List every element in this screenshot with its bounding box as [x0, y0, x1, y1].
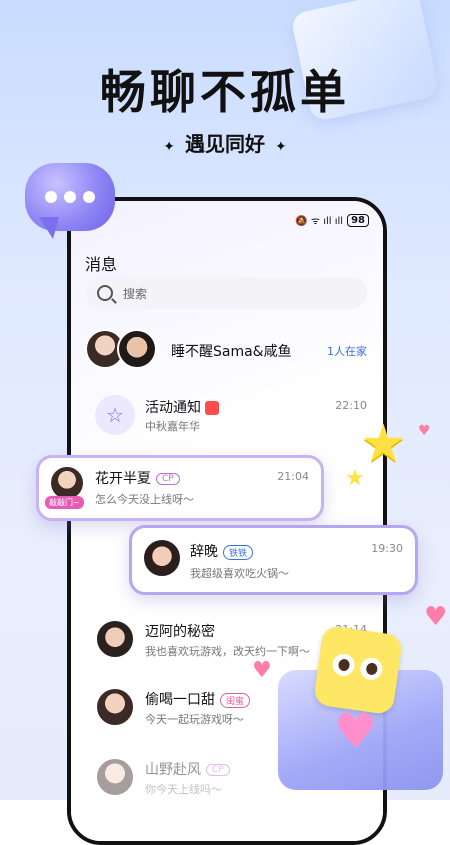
red-envelope-icon	[205, 401, 220, 415]
conversation-preview: 怎么今天没上线呀～	[95, 493, 194, 506]
dot-icon	[64, 191, 76, 203]
promo-subline: ✦ 遇见同好 ✦	[0, 128, 450, 157]
conversation-name: 花开半夏 CP	[95, 468, 180, 488]
conversation-name: 辞晚 铁铁	[190, 541, 254, 561]
search-input[interactable]: 搜索	[85, 277, 367, 309]
conversation-time: 19:30	[371, 542, 403, 555]
avatar	[117, 329, 157, 369]
heart-icon: ♥	[418, 423, 431, 439]
search-icon	[97, 285, 113, 301]
presence-status: 1人在家	[327, 345, 367, 358]
letter-paper	[312, 624, 404, 716]
signal-icons: 🔕 ᯤ ıll ıll	[295, 216, 344, 227]
conversation-name: 迈阿的秘密	[145, 624, 215, 640]
conversation-name: 山野赴风 CP	[145, 759, 230, 779]
list-item[interactable]: ☆ 活动通知 中秋嘉年华 22:10	[81, 387, 371, 443]
battery-icon: 98	[347, 213, 369, 227]
status-bar: 0 🔕 ᯤ ıll ıll 98	[71, 211, 383, 231]
status-badge: 敲敲门~	[45, 496, 84, 509]
conversation-preview: 你今天上线吗～	[145, 783, 222, 796]
search-placeholder: 搜索	[123, 286, 148, 301]
page-title: 消息	[85, 255, 118, 274]
conversation-name-text: 山野赴风	[145, 762, 201, 778]
sparkle-icon: ✦	[275, 139, 287, 155]
avatar	[95, 687, 135, 727]
status-icons: 🔕 ᯤ ıll ıll 98	[295, 213, 369, 227]
dot-icon	[83, 191, 95, 203]
conversation-name: 偷喝一口甜 闺蜜	[145, 689, 251, 709]
avatar	[95, 757, 135, 797]
star-icon: ★	[345, 466, 365, 491]
conversation-name: 活动通知	[145, 397, 220, 417]
activity-star-icon: ☆	[95, 395, 135, 435]
conversation-time: 21:04	[277, 470, 309, 483]
promo-headline: 畅聊不孤单	[100, 65, 350, 119]
conversation-preview: 我超级喜欢吃火锅～	[190, 567, 289, 580]
relation-tag: CP	[206, 764, 230, 776]
envelope-icon: ♥	[268, 610, 448, 800]
conversation-preview: 今天一起玩游戏呀～	[145, 713, 244, 726]
sparkle-icon: ✦	[163, 139, 175, 155]
relation-tag: 铁铁	[223, 544, 254, 560]
avatar	[95, 619, 135, 659]
star-icon: ★	[360, 414, 407, 474]
conversation-time: 22:10	[335, 399, 367, 412]
conversation-preview: 中秋嘉年华	[145, 420, 200, 433]
conversation-name: 睡不醒Sama&咸鱼	[171, 344, 292, 360]
floating-conversation-card[interactable]: 辞晚 铁铁 我超级喜欢吃火锅～ 19:30	[129, 525, 418, 595]
relation-tag: CP	[156, 473, 180, 485]
list-item[interactable]: 睡不醒Sama&咸鱼 1人在家	[81, 323, 371, 379]
chat-bubble-icon	[25, 163, 115, 239]
floating-conversation-card[interactable]: 敲敲门~ 花开半夏 CP 怎么今天没上线呀～ 21:04	[36, 455, 324, 521]
avatar	[142, 538, 182, 578]
eye-icon	[331, 652, 356, 678]
relation-tag: 闺蜜	[220, 692, 251, 708]
heart-seal-icon: ♥	[334, 704, 378, 760]
conversation-name-text: 辞晚	[190, 544, 218, 560]
promo-subline-text: 遇见同好	[185, 132, 265, 156]
activity-name: 活动通知	[145, 400, 201, 416]
conversation-name-text: 偷喝一口甜	[145, 692, 215, 708]
dot-icon	[45, 191, 57, 203]
eye-icon	[358, 656, 384, 682]
chat-bubble-tail	[39, 217, 59, 239]
conversation-name-text: 花开半夏	[95, 471, 151, 487]
